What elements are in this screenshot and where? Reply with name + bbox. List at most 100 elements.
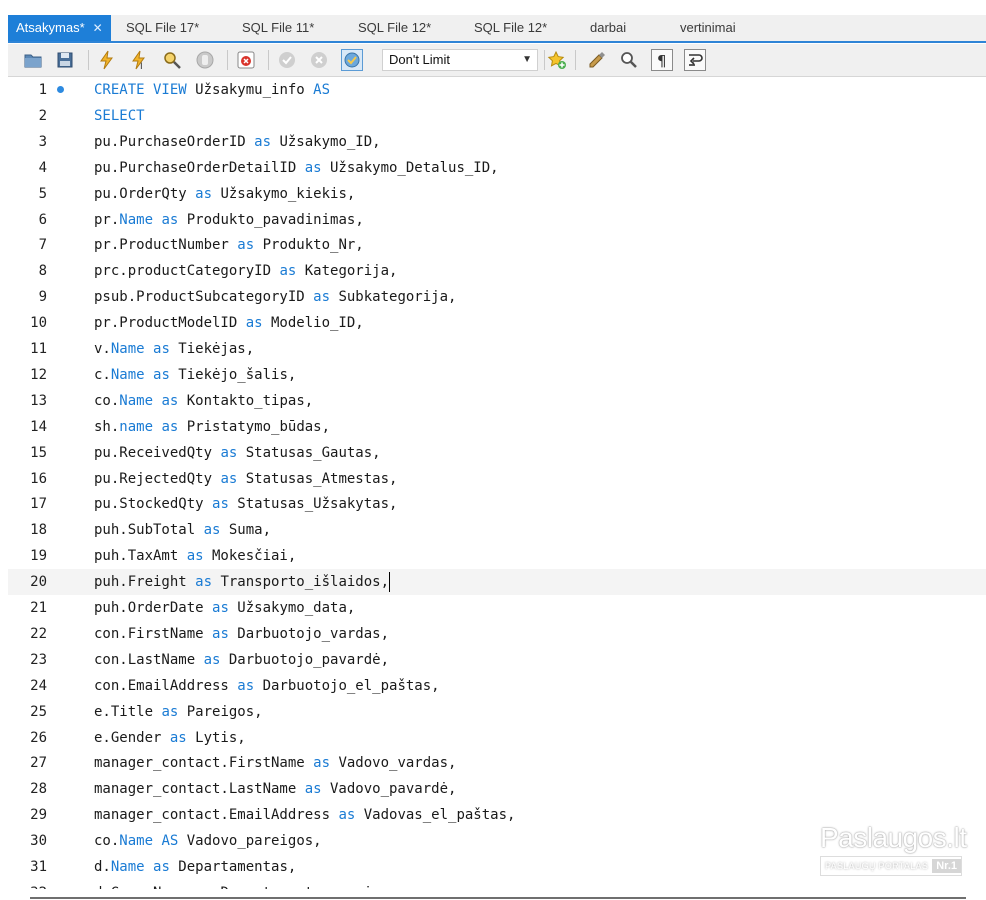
- code-line[interactable]: 1 CREATE VIEW Užsakymu_info AS: [8, 77, 986, 103]
- svg-text:I: I: [140, 62, 143, 70]
- sql-token: Tiekėjo_šalis,: [169, 366, 297, 383]
- tab-strip: Atsakymas* ✕ SQL File 17* SQL File 11* SQ…: [8, 15, 986, 43]
- line-number: 24: [30, 677, 47, 694]
- code-line[interactable]: 14 sh.name as Pristatymo_būdas,: [8, 414, 986, 440]
- beautify-icon[interactable]: [586, 49, 608, 71]
- sql-token: psub.ProductSubcategoryID: [94, 289, 314, 306]
- line-number: 21: [30, 600, 47, 616]
- explain-icon[interactable]: [161, 49, 183, 71]
- toolbar-separator: [227, 50, 228, 70]
- code-line[interactable]: 19 puh.TaxAmt as Mokesčiai,: [8, 543, 986, 569]
- wrap-icon[interactable]: [684, 49, 706, 71]
- code-line[interactable]: 22 con.FirstName as Darbuotojo_vardas,: [8, 621, 986, 647]
- sql-token: Modelio_ID,: [262, 315, 364, 332]
- text-caret: [389, 572, 391, 593]
- sql-token: Užsakymo_data,: [228, 600, 356, 616]
- code-line[interactable]: 23 con.LastName as Darbuotojo_pavardė,: [8, 647, 986, 673]
- tab-vertinimai[interactable]: vertinimai: [680, 15, 736, 41]
- sql-keyword: SELECT: [94, 107, 145, 124]
- sql-keyword: as: [169, 729, 187, 746]
- line-number: 9: [38, 289, 47, 306]
- sql-token: Pristatymo_būdas,: [178, 418, 331, 435]
- sql-token: Departamentas,: [169, 859, 297, 875]
- code-line[interactable]: 5 pu.OrderQty as Užsakymo_kiekis,: [8, 181, 986, 207]
- invisible-chars-icon[interactable]: ¶: [651, 49, 673, 71]
- find-icon[interactable]: [618, 49, 640, 71]
- sql-token: Užsakymo_ID,: [271, 133, 381, 150]
- tab-atsakymas[interactable]: Atsakymas* ✕: [8, 15, 111, 41]
- code-line[interactable]: 7 pr.ProductNumber as Produkto_Nr,: [8, 232, 986, 258]
- code-line[interactable]: 16 pu.RejectedQty as Statusas_Atmestas,: [8, 466, 986, 492]
- tab-sql-file-12-b[interactable]: SQL File 12*: [474, 15, 547, 41]
- sql-token: Statusas_Atmestas,: [237, 470, 398, 487]
- code-text: con.EmailAddress as Darbuotojo_el_paštas…: [94, 673, 440, 699]
- sql-token: co.: [94, 392, 120, 409]
- code-line[interactable]: 25 e.Title as Pareigos,: [8, 699, 986, 725]
- sql-token: sh.: [94, 418, 120, 435]
- code-line[interactable]: 12 c.Name as Tiekėjo_šalis,: [8, 362, 986, 388]
- sql-token: puh.Freight: [94, 574, 196, 591]
- code-line[interactable]: 27 manager_contact.FirstName as Vadovo_va…: [8, 750, 986, 776]
- scrollbar-thumb[interactable]: [30, 897, 966, 899]
- line-number: 11: [30, 341, 47, 357]
- open-folder-icon[interactable]: [22, 49, 44, 71]
- watermark-sub-text: PASLAUGŲ PORTALAS: [825, 861, 929, 871]
- line-number: 10: [30, 315, 47, 332]
- code-line[interactable]: 10 pr.ProductModelID as Modelio_ID,: [8, 310, 986, 336]
- sql-toolbar: I Don't Limit ▼ ¶: [8, 44, 986, 77]
- sql-keyword: as: [186, 548, 204, 565]
- stop-icon[interactable]: [194, 49, 216, 71]
- code-line[interactable]: 24 con.EmailAddress as Darbuotojo_el_pašt…: [8, 673, 986, 699]
- tab-sql-file-17[interactable]: SQL File 17*: [126, 15, 199, 41]
- line-number: 19: [30, 548, 47, 565]
- sql-keyword: Name: [110, 859, 145, 875]
- rollback-icon[interactable]: [308, 49, 330, 71]
- execute-icon[interactable]: [96, 49, 118, 71]
- line-number: 7: [38, 237, 47, 254]
- line-number: 31: [30, 859, 47, 875]
- code-line[interactable]: 21 puh.OrderDate as Užsakymo_data,: [8, 595, 986, 621]
- sql-token: manager_contact.FirstName: [94, 755, 314, 772]
- sql-editor[interactable]: 1 CREATE VIEW Užsakymu_info AS 2 SELECT 3 pu.…: [8, 77, 986, 889]
- bookmark-icon[interactable]: [546, 49, 568, 71]
- line-number: 8: [38, 263, 47, 280]
- code-line[interactable]: 2 SELECT: [8, 103, 986, 129]
- horizontal-scrollbar[interactable]: [8, 889, 986, 900]
- limit-rows-select[interactable]: Don't Limit ▼: [382, 49, 538, 71]
- sql-token: Darbuotojo_pavardė,: [220, 651, 390, 668]
- code-line[interactable]: 6 pr.Name as Produkto_pavadinimas,: [8, 207, 986, 233]
- tab-sql-file-12[interactable]: SQL File 12*: [358, 15, 431, 41]
- close-icon[interactable]: ✕: [93, 15, 103, 41]
- sql-token: Užsakymo_Detalus_ID,: [321, 159, 499, 176]
- tab-bar: Atsakymas* ✕ SQL File 17* SQL File 11* SQ…: [0, 0, 986, 44]
- save-icon[interactable]: [54, 49, 76, 71]
- code-line[interactable]: 26 e.Gender as Lytis,: [8, 725, 986, 751]
- sql-keyword: Name: [119, 833, 154, 850]
- code-line[interactable]: 28 manager_contact.LastName as Vadovo_pav…: [8, 776, 986, 802]
- autocommit-icon[interactable]: [341, 49, 363, 71]
- tab-sql-file-11[interactable]: SQL File 11*: [242, 15, 314, 41]
- toggle-error-icon[interactable]: [235, 49, 257, 71]
- code-line[interactable]: 9 psub.ProductSubcategoryID as Subkategor…: [8, 284, 986, 310]
- sql-token: Kontakto_tipas,: [178, 392, 314, 409]
- code-line[interactable]: 17 pu.StockedQty as Statusas_Užsakytas,: [8, 491, 986, 517]
- sql-keyword: as: [338, 807, 356, 824]
- line-number: 20: [30, 574, 47, 591]
- code-line[interactable]: 13 co.Name as Kontakto_tipas,: [8, 388, 986, 414]
- code-line[interactable]: 11 v.Name as Tiekėjas,: [8, 336, 986, 362]
- commit-icon[interactable]: [276, 49, 298, 71]
- code-line[interactable]: 8 prc.productCategoryID as Kategorija,: [8, 258, 986, 284]
- code-line[interactable]: 3 pu.PurchaseOrderID as Užsakymo_ID,: [8, 129, 986, 155]
- line-number: 18: [30, 522, 47, 539]
- code-line[interactable]: 15 pu.ReceivedQty as Statusas_Gautas,: [8, 440, 986, 466]
- execute-current-icon[interactable]: I: [128, 49, 150, 71]
- code-line[interactable]: 20 puh.Freight as Transporto_išlaidos,: [8, 569, 986, 596]
- code-line[interactable]: 4 pu.PurchaseOrderDetailID as Užsakymo_De…: [8, 155, 986, 181]
- code-text: sh.name as Pristatymo_būdas,: [94, 414, 330, 440]
- code-line[interactable]: 18 puh.SubTotal as Suma,: [8, 517, 986, 543]
- sql-token: Užsakymu_info: [195, 82, 314, 98]
- line-number: 2: [38, 107, 47, 124]
- tab-darbai[interactable]: darbai: [590, 15, 626, 41]
- sql-token: Statusas_Gautas,: [237, 444, 381, 461]
